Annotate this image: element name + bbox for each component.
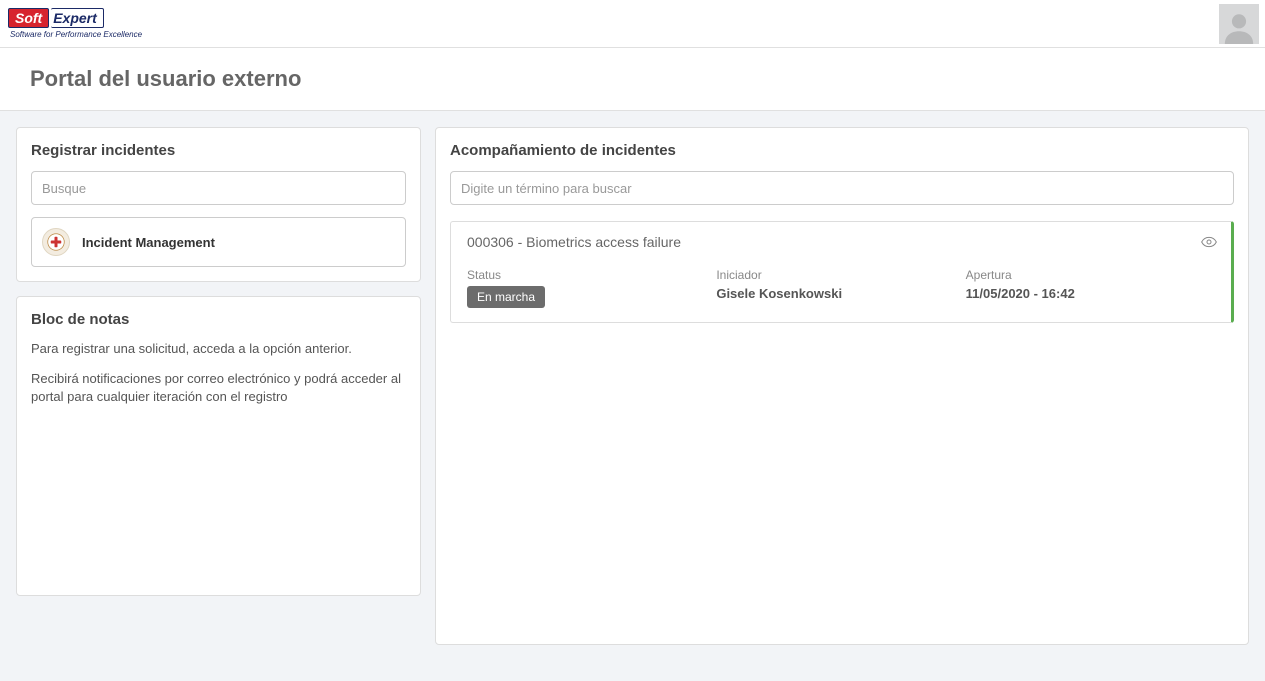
initiator-label: Iniciador bbox=[716, 268, 965, 282]
opened-value: 11/05/2020 - 16:42 bbox=[966, 286, 1215, 301]
incident-tracking-panel: Acompañamiento de incidentes 000306 - Bi… bbox=[435, 127, 1249, 645]
tracking-panel-title: Acompañamiento de incidentes bbox=[450, 142, 1234, 159]
register-panel-title: Registrar incidentes bbox=[31, 142, 406, 159]
user-avatar[interactable] bbox=[1219, 4, 1259, 44]
register-incidents-panel: Registrar incidentes Incident Management bbox=[16, 127, 421, 282]
notes-panel-title: Bloc de notas bbox=[31, 311, 406, 328]
initiator-value: Gisele Kosenkowski bbox=[716, 286, 965, 301]
incident-management-icon bbox=[42, 228, 70, 256]
notes-paragraph-2: Recibirá notificaciones por correo elect… bbox=[31, 370, 406, 406]
register-search-input[interactable] bbox=[31, 171, 406, 205]
logo-tagline: Software for Performance Excellence bbox=[10, 30, 142, 39]
status-label: Status bbox=[467, 268, 716, 282]
tracking-search-input[interactable] bbox=[450, 171, 1234, 205]
app-logo: Soft Expert Software for Performance Exc… bbox=[8, 8, 142, 39]
incident-management-category[interactable]: Incident Management bbox=[31, 217, 406, 267]
logo-part2: Expert bbox=[51, 8, 104, 28]
view-icon[interactable] bbox=[1201, 236, 1217, 251]
category-label: Incident Management bbox=[82, 235, 215, 250]
opened-label: Apertura bbox=[966, 268, 1215, 282]
incident-card[interactable]: 000306 - Biometrics access failure Statu… bbox=[450, 221, 1234, 323]
notes-panel: Bloc de notas Para registrar una solicit… bbox=[16, 296, 421, 596]
notes-paragraph-1: Para registrar una solicitud, acceda a l… bbox=[31, 340, 406, 358]
status-badge: En marcha bbox=[467, 286, 545, 308]
incident-title: 000306 - Biometrics access failure bbox=[467, 234, 1215, 250]
page-title: Portal del usuario externo bbox=[30, 66, 1235, 92]
logo-part1: Soft bbox=[8, 8, 49, 28]
user-icon bbox=[1222, 10, 1256, 44]
